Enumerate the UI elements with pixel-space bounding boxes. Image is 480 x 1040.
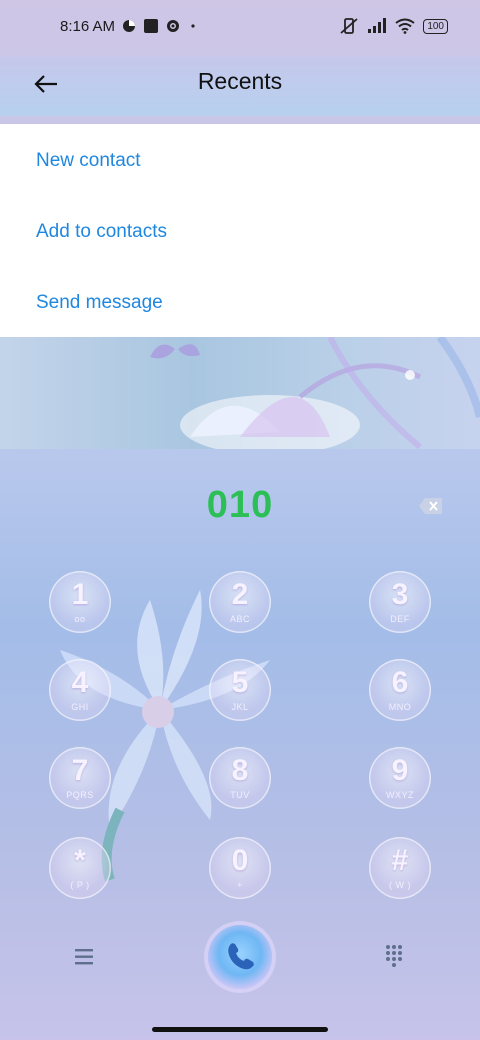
key-1[interactable]: 1 ᴏᴏ [49, 571, 111, 633]
settings-gear-icon [167, 20, 179, 32]
key-letters: TUV [230, 790, 250, 800]
key-letters: ABC [229, 614, 250, 624]
status-time: 8:16 AM [60, 18, 116, 35]
key-digit: 2 [231, 578, 249, 611]
key-letters: DEF [390, 614, 410, 624]
key-digit: # [391, 844, 409, 877]
key-digit: 4 [71, 666, 89, 699]
key-letters: GHI [71, 702, 89, 712]
menu-item-add-to-contacts[interactable]: Add to contacts [36, 221, 167, 243]
home-indicator[interactable] [152, 1027, 328, 1032]
dialer-bottom-bar [0, 920, 480, 1000]
key-letters: MNO [388, 702, 412, 712]
phone-icon [228, 943, 254, 970]
key-digit: 0 [231, 844, 249, 877]
menu-icon[interactable] [74, 948, 96, 966]
signal-icon [368, 18, 387, 33]
wifi-icon [395, 18, 415, 34]
key-letters: JKL [231, 702, 249, 712]
battery-indicator: 100 [423, 18, 448, 34]
key-digit: 6 [391, 666, 409, 699]
key-digit: 3 [391, 578, 409, 611]
key-6[interactable]: 6 MNO [369, 659, 431, 721]
flower-butterfly-illustration [150, 337, 480, 449]
key-digit: 7 [71, 754, 89, 787]
voicemail-icon: ᴏᴏ [74, 614, 86, 624]
key-5[interactable]: 5 JKL [209, 659, 271, 721]
key-9[interactable]: 9 WXYZ [369, 747, 431, 809]
square-app-icon [144, 19, 158, 33]
key-digit: 1 [71, 578, 89, 611]
status-bar: 8:16 AM 100 [0, 0, 480, 56]
vibrate-off-icon [340, 18, 358, 34]
key-digit: 8 [231, 754, 249, 787]
context-menu: New contact Add to contacts Send message [0, 124, 480, 337]
menu-item-send-message[interactable]: Send message [36, 292, 163, 314]
dot-icon [191, 24, 195, 28]
wallpaper-banner [0, 337, 480, 449]
key-letters: ( P ) [70, 880, 90, 890]
key-3[interactable]: 3 DEF [369, 571, 431, 633]
status-icons-left [122, 19, 198, 33]
key-digit: 9 [391, 754, 409, 787]
key-7[interactable]: 7 PQRS [49, 747, 111, 809]
menu-item-new-contact[interactable]: New contact [36, 150, 141, 172]
key-8[interactable]: 8 TUV [209, 747, 271, 809]
key-letters: WXYZ [386, 790, 414, 800]
key-letters: + [237, 880, 243, 890]
page-title: Recents [197, 68, 283, 94]
status-icons-right: 100 [339, 17, 448, 35]
key-4[interactable]: 4 GHI [49, 659, 111, 721]
app-header: Recents [0, 56, 480, 116]
backspace-icon[interactable] [418, 497, 444, 515]
key-digit: 5 [231, 666, 249, 699]
key-0[interactable]: 0 + [209, 837, 271, 899]
data-saver-icon [123, 20, 135, 32]
dialpad-icon[interactable] [384, 944, 404, 968]
key-letters: ( W ) [389, 880, 411, 890]
dialed-number: 010 [206, 484, 274, 526]
key-letters: PQRS [66, 790, 94, 800]
call-button[interactable] [208, 925, 272, 989]
key-2[interactable]: 2 ABC [209, 571, 271, 633]
key-star[interactable]: * ( P ) [49, 837, 111, 899]
key-hash[interactable]: # ( W ) [369, 837, 431, 899]
key-digit: * [74, 844, 86, 877]
